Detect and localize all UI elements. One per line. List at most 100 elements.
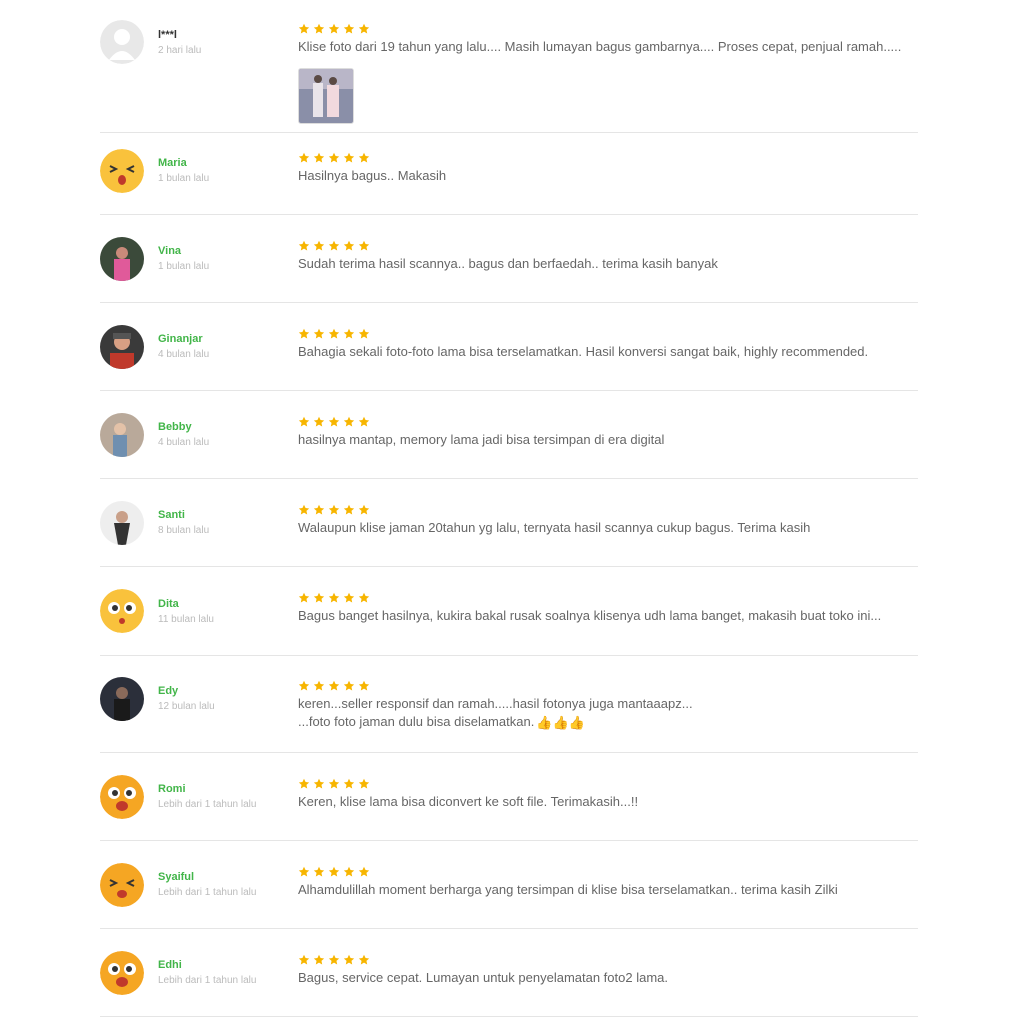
rating-stars bbox=[298, 23, 918, 35]
review-item: Edy 12 bulan lalu keren...seller respons… bbox=[100, 656, 918, 753]
rating-stars bbox=[298, 328, 918, 340]
review-time: Lebih dari 1 tahun lalu bbox=[158, 799, 257, 810]
star-icon bbox=[298, 152, 310, 163]
reviewer-name[interactable]: Vina bbox=[158, 244, 209, 258]
star-icon bbox=[328, 778, 340, 789]
reviewer-name[interactable]: Bebby bbox=[158, 420, 209, 434]
star-icon bbox=[298, 592, 310, 603]
star-icon bbox=[328, 954, 340, 965]
reviewer-name[interactable]: Syaiful bbox=[158, 870, 256, 884]
reviewer-name[interactable]: Ginanjar bbox=[158, 332, 209, 346]
review-time: 1 bulan lalu bbox=[158, 173, 210, 184]
reviewer-name[interactable]: Edhi bbox=[158, 958, 256, 972]
star-icon bbox=[358, 954, 370, 965]
rating-stars bbox=[298, 152, 918, 164]
star-icon bbox=[358, 592, 370, 603]
review-time: 12 bulan lalu bbox=[158, 701, 215, 712]
photo-avatar[interactable] bbox=[100, 677, 144, 721]
rating-stars bbox=[298, 778, 918, 790]
star-icon bbox=[313, 504, 325, 515]
review-item: Edhi Lebih dari 1 tahun lalu Bagus, serv… bbox=[100, 929, 918, 1017]
star-icon bbox=[328, 240, 340, 251]
star-icon bbox=[313, 416, 325, 427]
star-icon bbox=[313, 866, 325, 877]
review-item: Maria 1 bulan lalu Hasilnya bagus.. Maka… bbox=[100, 133, 918, 215]
star-icon bbox=[328, 416, 340, 427]
review-text: hasilnya mantap, memory lama jadi bisa t… bbox=[298, 432, 665, 447]
review-text: Bagus banget hasilnya, kukira bakal rusa… bbox=[298, 608, 882, 623]
star-icon bbox=[343, 592, 355, 603]
star-icon bbox=[343, 778, 355, 789]
star-icon bbox=[358, 416, 370, 427]
star-icon bbox=[313, 680, 325, 691]
star-icon bbox=[343, 504, 355, 515]
emoji-surprised-avatar[interactable] bbox=[100, 775, 144, 819]
star-icon bbox=[343, 416, 355, 427]
reviewer-name[interactable]: Dita bbox=[158, 597, 214, 611]
review-time: 2 hari lalu bbox=[158, 45, 202, 56]
emoji-wink-avatar[interactable] bbox=[100, 149, 144, 193]
review-text: Sudah terima hasil scannya.. bagus dan b… bbox=[298, 256, 718, 271]
reviewer-name[interactable]: Edy bbox=[158, 684, 215, 698]
star-icon bbox=[358, 23, 370, 34]
reviewer-name[interactable]: l***l bbox=[158, 28, 201, 42]
star-icon bbox=[298, 240, 310, 251]
photo-avatar[interactable] bbox=[100, 501, 144, 545]
review-text-line2-body: ...foto foto jaman dulu bisa diselamatka… bbox=[298, 714, 535, 729]
star-icon bbox=[298, 504, 310, 515]
rating-stars bbox=[298, 240, 918, 252]
star-icon bbox=[298, 954, 310, 965]
thumbs-up-emojis: 👍👍👍 bbox=[536, 714, 585, 730]
review-item: Dita 11 bulan lalu Bagus banget hasilnya… bbox=[100, 567, 918, 656]
review-text: Bahagia sekali foto-foto lama bisa terse… bbox=[298, 344, 869, 359]
star-icon bbox=[358, 866, 370, 877]
star-icon bbox=[313, 23, 325, 34]
star-icon bbox=[313, 240, 325, 251]
star-icon bbox=[343, 328, 355, 339]
star-icon bbox=[313, 152, 325, 163]
review-time: 4 bulan lalu bbox=[158, 349, 210, 360]
review-item: Vina 1 bulan lalu Sudah terima hasil sca… bbox=[100, 215, 918, 303]
emoji-surprised-avatar[interactable] bbox=[100, 951, 144, 995]
emoji-surprised-avatar[interactable] bbox=[100, 589, 144, 633]
star-icon bbox=[313, 592, 325, 603]
star-icon bbox=[343, 240, 355, 251]
photo-avatar[interactable] bbox=[100, 237, 144, 281]
review-text: Klise foto dari 19 tahun yang lalu.... M… bbox=[298, 39, 902, 54]
rating-stars bbox=[298, 592, 918, 604]
star-icon bbox=[343, 680, 355, 691]
emoji-wink-avatar[interactable] bbox=[100, 863, 144, 907]
star-icon bbox=[298, 416, 310, 427]
star-icon bbox=[328, 592, 340, 603]
star-icon bbox=[328, 504, 340, 515]
star-icon bbox=[328, 866, 340, 877]
star-icon bbox=[298, 778, 310, 789]
review-time: 8 bulan lalu bbox=[158, 525, 210, 536]
photo-thumbnail[interactable] bbox=[298, 68, 354, 124]
star-icon bbox=[343, 152, 355, 163]
review-text: Walaupun klise jaman 20tahun yg lalu, te… bbox=[298, 520, 811, 535]
reviewer-name[interactable]: Santi bbox=[158, 508, 209, 522]
review-item: Romi Lebih dari 1 tahun lalu Keren, klis… bbox=[100, 753, 918, 841]
review-time: 4 bulan lalu bbox=[158, 437, 210, 448]
star-icon bbox=[298, 866, 310, 877]
review-item: Santi 8 bulan lalu Walaupun klise jaman … bbox=[100, 479, 918, 567]
star-icon bbox=[298, 680, 310, 691]
review-item: Syaiful Lebih dari 1 tahun lalu Alhamdul… bbox=[100, 841, 918, 929]
review-time: Lebih dari 1 tahun lalu bbox=[158, 887, 257, 898]
default-avatar-icon[interactable] bbox=[100, 20, 144, 64]
review-time: 1 bulan lalu bbox=[158, 261, 210, 272]
photo-avatar[interactable] bbox=[100, 413, 144, 457]
review-time: Lebih dari 1 tahun lalu bbox=[158, 975, 257, 986]
rating-stars bbox=[298, 954, 918, 966]
review-text: Keren, klise lama bisa diconvert ke soft… bbox=[298, 794, 639, 809]
photo-avatar[interactable] bbox=[100, 325, 144, 369]
review-item: Bebby 4 bulan lalu hasilnya mantap, memo… bbox=[100, 391, 918, 479]
review-text: Bagus, service cepat. Lumayan untuk peny… bbox=[298, 970, 668, 985]
rating-stars bbox=[298, 504, 918, 516]
reviewer-name[interactable]: Romi bbox=[158, 782, 256, 796]
star-icon bbox=[343, 866, 355, 877]
reviewer-name[interactable]: Maria bbox=[158, 156, 209, 170]
star-icon bbox=[328, 328, 340, 339]
star-icon bbox=[358, 504, 370, 515]
